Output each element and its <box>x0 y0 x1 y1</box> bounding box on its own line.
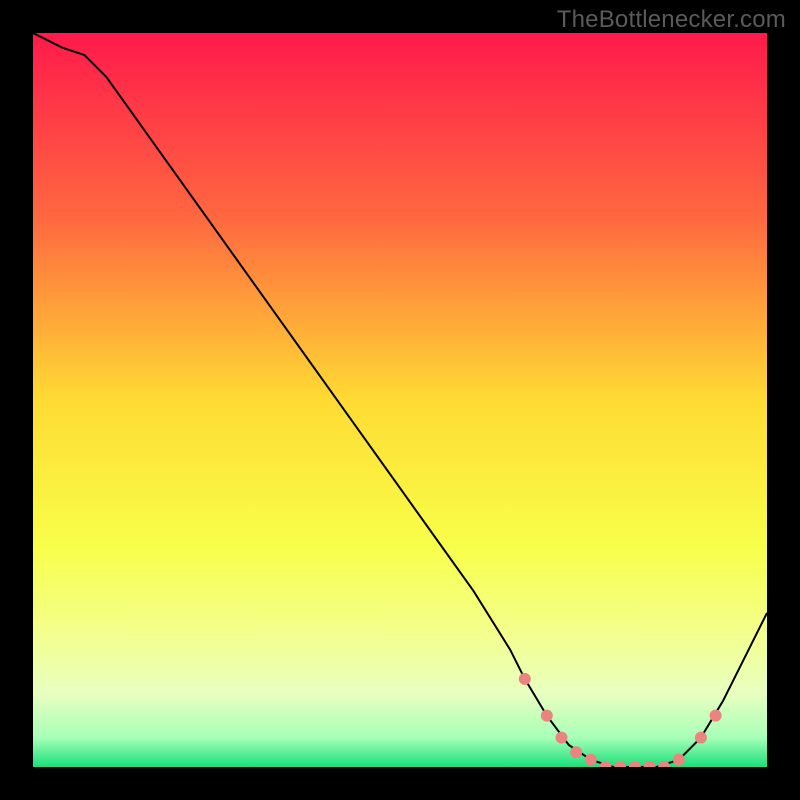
gradient-background <box>33 33 767 767</box>
highlight-dot <box>541 710 553 722</box>
highlight-dot <box>695 732 707 744</box>
plot-area <box>33 33 767 767</box>
highlight-dot <box>570 746 582 758</box>
highlight-dot <box>556 732 568 744</box>
chart-svg <box>33 33 767 767</box>
watermark-text: TheBottlenecker.com <box>557 6 786 34</box>
highlight-dot <box>519 673 531 685</box>
highlight-dot <box>710 710 722 722</box>
highlight-dot <box>585 754 597 766</box>
chart-frame: TheBottlenecker.com <box>0 0 800 800</box>
highlight-dot <box>673 754 685 766</box>
